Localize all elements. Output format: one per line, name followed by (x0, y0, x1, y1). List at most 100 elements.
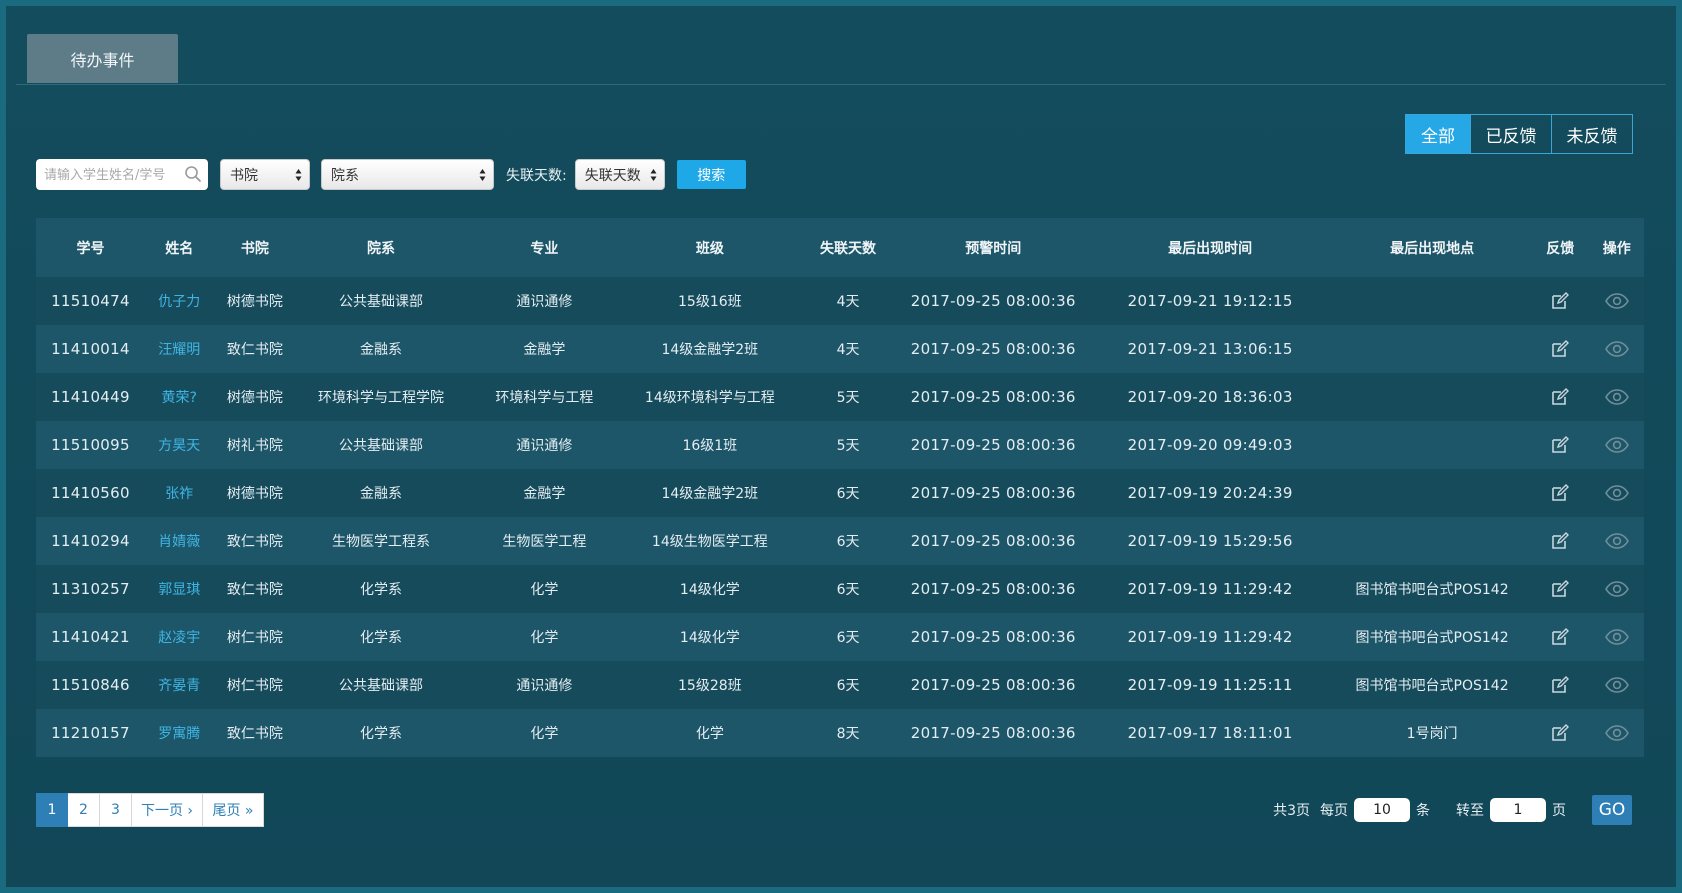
edit-icon[interactable] (1550, 532, 1570, 549)
header-last-seen-location[interactable]: 最后出现地点 (1333, 218, 1531, 277)
edit-icon[interactable] (1550, 388, 1570, 405)
total-pages-text: 共3页 (1273, 803, 1310, 819)
page-button-2[interactable]: 2 (68, 793, 100, 827)
header-last-seen-time[interactable]: 最后出现时间 (1087, 218, 1334, 277)
cell-department: 公共基础课部 (296, 661, 466, 709)
missing-days-select[interactable]: 失联天数 (574, 159, 665, 190)
go-button[interactable]: GO (1592, 795, 1632, 825)
cell-academy: 致仁书院 (213, 517, 297, 565)
cell-name: 郭显琪 (144, 565, 214, 613)
cell-missing-days: 5天 (796, 373, 900, 421)
student-name-link[interactable]: 方昊天 (158, 438, 200, 454)
missing-days-select-value: 失联天数 (584, 167, 641, 184)
filter-fed-back-button[interactable]: 已反馈 (1471, 114, 1552, 154)
search-button[interactable]: 搜索 (676, 160, 746, 189)
search-icon[interactable] (184, 165, 202, 183)
eye-icon[interactable] (1604, 533, 1629, 549)
header-academy[interactable]: 书院 (213, 218, 297, 277)
eye-icon[interactable] (1604, 341, 1629, 357)
page-button-3[interactable]: 3 (100, 793, 132, 827)
cell-major: 通识通修 (465, 421, 624, 469)
cell-actions (1589, 613, 1644, 661)
header-student-id[interactable]: 学号 (36, 218, 145, 277)
edit-icon[interactable] (1550, 676, 1570, 693)
cell-department: 化学系 (296, 613, 466, 661)
eye-icon[interactable] (1604, 485, 1629, 501)
cell-missing-days: 6天 (796, 661, 900, 709)
cell-student-id: 11510095 (36, 421, 145, 469)
edit-icon[interactable] (1550, 628, 1570, 645)
header-alert-time[interactable]: 预警时间 (899, 218, 1088, 277)
last-page-button[interactable]: 尾页 » (203, 793, 264, 827)
cell-feedback (1530, 517, 1590, 565)
department-select[interactable]: 院系 (321, 159, 494, 190)
student-name-link[interactable]: 郭显琪 (158, 582, 200, 598)
table-row: 11410449 黄荣? 树德书院 环境科学与工程学院 环境科学与工程 14级环境科学与工… (36, 373, 1644, 421)
cell-major: 化学 (465, 613, 624, 661)
header-name[interactable]: 姓名 (144, 218, 214, 277)
cell-last-seen-time: 2017-09-19 20:24:39 (1087, 469, 1334, 517)
cell-last-seen-location: 1号岗门 (1333, 709, 1531, 757)
tab-pending-events[interactable]: 待办事件 (27, 34, 178, 83)
header-major[interactable]: 专业 (465, 218, 624, 277)
filter-all-button[interactable]: 全部 (1405, 114, 1471, 154)
eye-icon[interactable] (1604, 629, 1629, 645)
student-name-link[interactable]: 肖婧薇 (158, 534, 200, 550)
cell-academy: 树礼书院 (213, 421, 297, 469)
cell-actions (1589, 661, 1644, 709)
header-class[interactable]: 班级 (623, 218, 797, 277)
page-button-1[interactable]: 1 (36, 793, 68, 827)
cell-class: 14级金融学2班 (623, 469, 797, 517)
cell-missing-days: 6天 (796, 517, 900, 565)
cell-major: 化学 (465, 709, 624, 757)
eye-icon[interactable] (1604, 581, 1629, 597)
academy-select[interactable]: 书院 (220, 159, 310, 190)
select-arrows-icon (295, 169, 302, 181)
header-missing-days[interactable]: 失联天数 (796, 218, 900, 277)
next-page-button[interactable]: 下一页 › (132, 793, 203, 827)
cell-feedback (1530, 325, 1590, 373)
table-row: 11210157 罗寓腾 致仁书院 化学系 化学 化学 8天 2017-09-25 08:00… (36, 709, 1644, 757)
cell-last-seen-time: 2017-09-17 18:11:01 (1087, 709, 1334, 757)
student-name-link[interactable]: 赵凌宇 (158, 630, 200, 646)
cell-major: 化学 (465, 565, 624, 613)
eye-icon[interactable] (1604, 725, 1629, 741)
student-name-link[interactable]: 黄荣? (162, 390, 197, 406)
edit-icon[interactable] (1550, 724, 1570, 741)
eye-icon[interactable] (1604, 437, 1629, 453)
edit-icon[interactable] (1550, 436, 1570, 453)
cell-alert-time: 2017-09-25 08:00:36 (899, 517, 1088, 565)
header-department[interactable]: 院系 (296, 218, 466, 277)
cell-last-seen-location (1333, 325, 1531, 373)
student-name-link[interactable]: 齐晏青 (158, 678, 200, 694)
edit-icon[interactable] (1550, 484, 1570, 501)
cell-student-id: 11210157 (36, 709, 145, 757)
student-name-link[interactable]: 张祚 (165, 486, 193, 502)
tab-bar: 待办事件 (16, 34, 1666, 85)
pagination-controls: 共3页 每页 10 条 转至 1 页 GO (1273, 793, 1632, 827)
student-name-link[interactable]: 罗寓腾 (158, 726, 200, 742)
edit-icon[interactable] (1550, 580, 1570, 597)
eye-icon[interactable] (1604, 677, 1629, 693)
eye-icon[interactable] (1604, 293, 1629, 309)
academy-select-value: 书院 (230, 167, 258, 184)
cell-feedback (1530, 613, 1590, 661)
cell-major: 金融学 (465, 325, 624, 373)
edit-icon[interactable] (1550, 340, 1570, 357)
eye-icon[interactable] (1604, 389, 1629, 405)
student-name-link[interactable]: 汪耀明 (158, 342, 200, 358)
cell-major: 生物医学工程 (465, 517, 624, 565)
select-arrows-icon (650, 169, 657, 181)
edit-icon[interactable] (1550, 292, 1570, 309)
per-page-input[interactable]: 10 (1354, 798, 1410, 822)
cell-alert-time: 2017-09-25 08:00:36 (899, 325, 1088, 373)
search-input[interactable] (42, 159, 186, 192)
cell-class: 14级化学 (623, 613, 797, 661)
cell-last-seen-location: 图书馆书吧台式POS142 (1333, 613, 1531, 661)
student-name-link[interactable]: 仇子力 (158, 294, 200, 310)
goto-page-input[interactable]: 1 (1490, 798, 1546, 822)
cell-department: 金融系 (296, 325, 466, 373)
filter-not-fed-back-button[interactable]: 未反馈 (1552, 114, 1633, 154)
cell-major: 通识通修 (465, 277, 624, 325)
table-row: 11310257 郭显琪 致仁书院 化学系 化学 14级化学 6天 2017-09-25 08… (36, 565, 1644, 613)
